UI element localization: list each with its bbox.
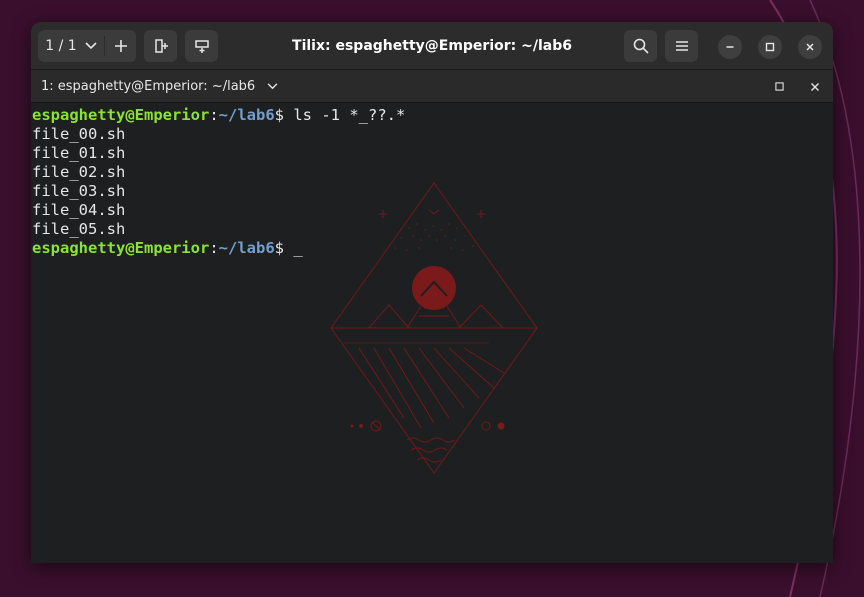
- prompt-user-host: espaghetty@Emperior: [32, 106, 210, 124]
- add-terminal-down-button[interactable]: [185, 30, 218, 62]
- chevron-down-icon: [267, 83, 278, 90]
- maximize-icon: [765, 42, 775, 52]
- output-line: file_03.sh: [32, 182, 126, 200]
- prompt-path: ~/lab6: [218, 239, 275, 257]
- add-terminal-right-button[interactable]: [144, 30, 177, 62]
- chevron-down-icon: [85, 42, 97, 50]
- prompt-path: ~/lab6: [218, 106, 275, 124]
- prompt-symbol: $: [274, 239, 294, 257]
- output-line: file_00.sh: [32, 125, 126, 143]
- session-label: 1 / 1: [45, 38, 77, 54]
- split-right-icon: [153, 38, 169, 54]
- terminal-area[interactable]: espaghetty@Emperior:~/lab6$ ls -1 *_??.*…: [31, 103, 833, 563]
- header-bar: 1 / 1 Tilix: espaghetty@Emperior: ~/lab6: [31, 22, 833, 70]
- prompt-line: espaghetty@Emperior:~/lab6$ _: [32, 239, 303, 258]
- close-icon: [805, 42, 815, 52]
- prompt-colon: :: [209, 239, 219, 257]
- close-button[interactable]: [798, 35, 822, 59]
- prompt-colon: :: [209, 106, 219, 124]
- prompt-user-host: espaghetty@Emperior: [32, 239, 210, 257]
- search-button[interactable]: [624, 30, 657, 62]
- output-line: file_04.sh: [32, 201, 126, 219]
- prompt-symbol: $: [274, 106, 294, 124]
- add-session-button[interactable]: [105, 30, 136, 62]
- split-down-icon: [194, 38, 210, 54]
- plus-icon: [114, 39, 128, 53]
- prompt-line: espaghetty@Emperior:~/lab6$ ls -1 *_??.*: [32, 106, 405, 125]
- menu-button[interactable]: [665, 30, 698, 62]
- terminal-title-dropdown[interactable]: 1: espaghetty@Emperior: ~/lab6: [41, 70, 278, 103]
- minimize-button[interactable]: [718, 35, 742, 59]
- terminal-background-art: [330, 182, 538, 474]
- output-line: file_01.sh: [32, 144, 126, 162]
- hamburger-icon: [675, 40, 689, 52]
- search-icon: [633, 38, 649, 54]
- terminal-tab-bar: 1: espaghetty@Emperior: ~/lab6: [31, 70, 833, 103]
- terminal-title-label: 1: espaghetty@Emperior: ~/lab6: [41, 79, 256, 94]
- close-icon: [810, 82, 820, 92]
- session-switcher[interactable]: 1 / 1: [38, 30, 136, 62]
- minimize-icon: [725, 42, 735, 52]
- terminal-window: 1 / 1 Tilix: espaghetty@Emperior: ~/lab6…: [31, 22, 833, 563]
- terminal-maximize-button[interactable]: [772, 79, 787, 94]
- terminal-close-button[interactable]: [807, 79, 822, 94]
- session-dropdown-button[interactable]: 1 / 1: [38, 30, 104, 62]
- maximize-icon: [775, 82, 784, 91]
- output-line: file_05.sh: [32, 220, 126, 238]
- maximize-button[interactable]: [758, 35, 782, 59]
- output-line: file_02.sh: [32, 163, 126, 181]
- command-text: ls -1 *_??.*: [293, 106, 406, 124]
- cursor: _: [293, 239, 303, 257]
